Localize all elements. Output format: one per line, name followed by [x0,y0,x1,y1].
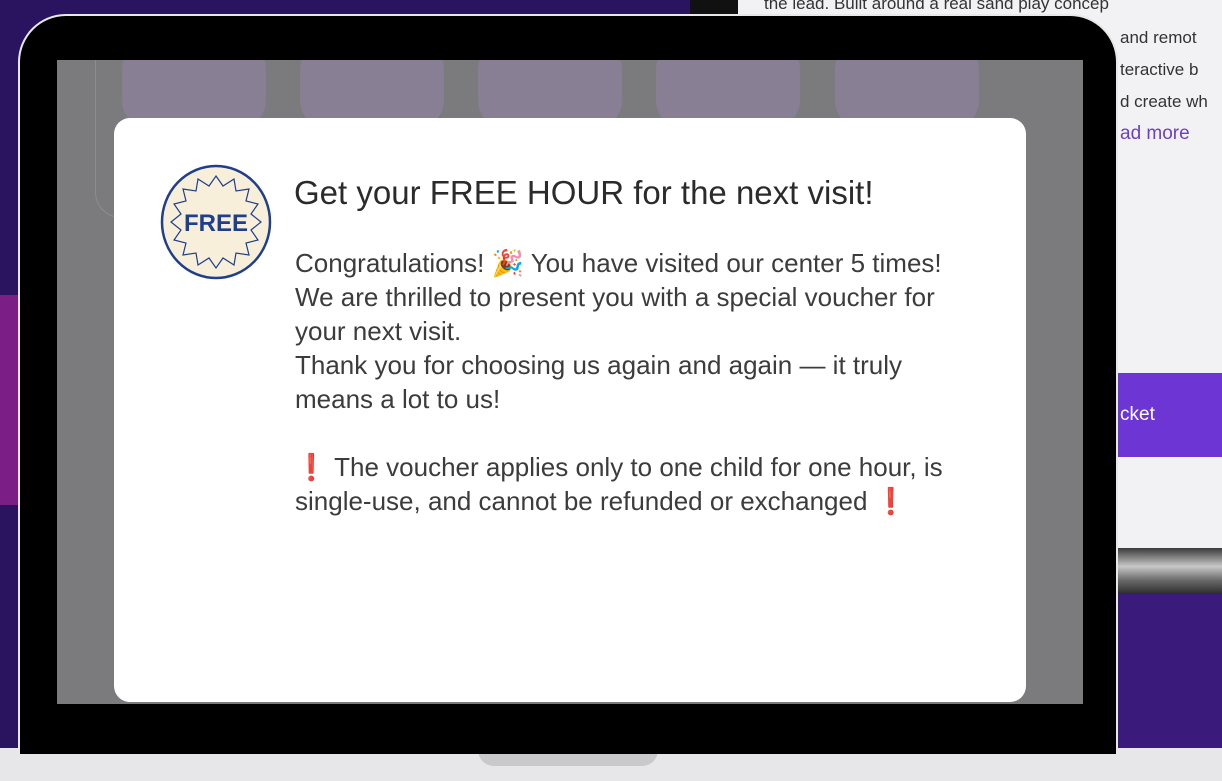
free-badge-text: FREE [184,210,248,237]
laptop-hinge-decoration [1118,548,1222,594]
background-purple-block [1118,594,1222,754]
free-badge-icon: FREE [160,164,272,280]
exclamation-icon: ❗ [295,452,328,482]
modal-title: Get your FREE HOUR for the next visit! [294,174,874,211]
background-description-line: teractive b [1120,60,1199,79]
congrats-text-rest: You have visited our center 5 times! [523,248,942,278]
warning-text: The voucher applies only to one child fo… [295,452,943,516]
voucher-modal: FREE Get your FREE HOUR for the next vis… [114,118,1026,702]
buy-ticket-button[interactable]: cket [1118,373,1222,457]
background-description-line: the lead. Built around a real sand play … [764,0,1109,13]
congrats-paragraph: Congratulations! 🎉 You have visited our … [295,246,975,280]
laptop-frame: FREE Get your FREE HOUR for the next vis… [18,14,1118,754]
modal-body: Congratulations! 🎉 You have visited our … [295,246,975,518]
thanks-paragraph: Thank you for choosing us again and agai… [295,350,903,414]
voucher-paragraph: We are thrilled to present you with a sp… [295,282,935,346]
party-popper-icon: 🎉 [491,248,524,278]
congrats-text: Congratulations! [295,248,492,278]
read-more-link[interactable]: ad more [1120,123,1190,145]
background-description-line: d create wh [1120,92,1208,111]
buy-ticket-label: cket [1120,404,1155,425]
warning-paragraph: ❗ The voucher applies only to one child … [295,450,975,518]
exclamation-icon: ❗ [874,486,908,516]
background-description-line: and remot [1120,28,1197,47]
laptop-screen: FREE Get your FREE HOUR for the next vis… [57,60,1083,704]
background-accent-strip [0,295,20,505]
